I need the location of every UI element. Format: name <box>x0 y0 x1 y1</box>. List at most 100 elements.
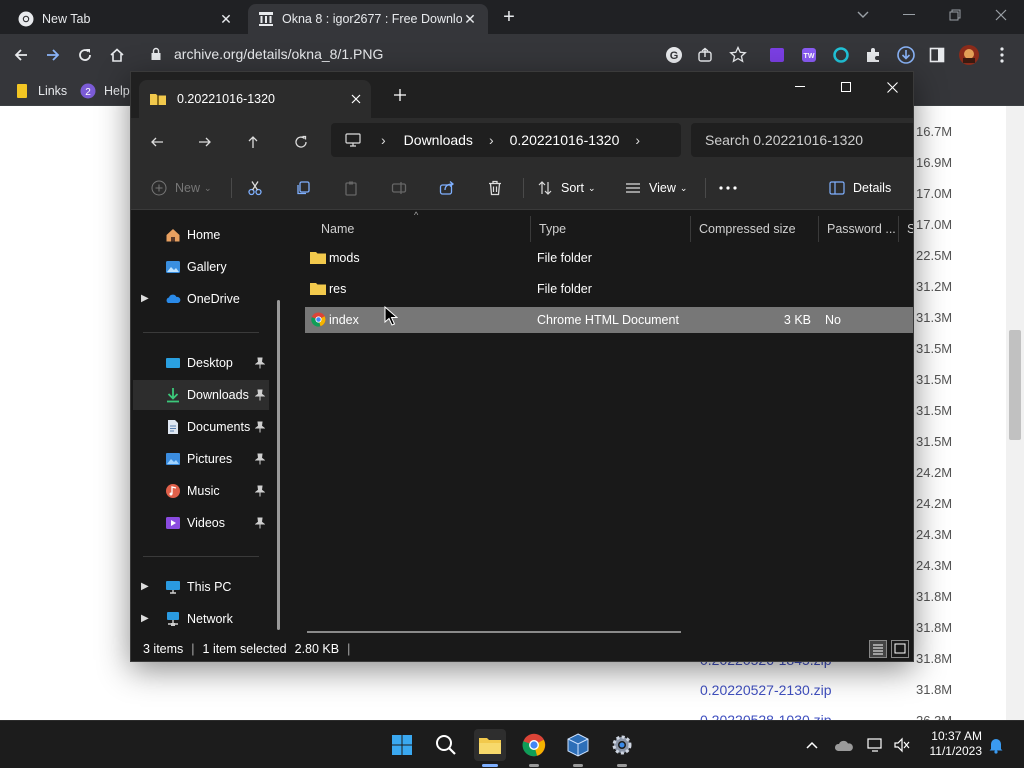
back-arrow-icon[interactable] <box>143 128 171 156</box>
zip-link[interactable]: 0.20220527-2130.zip <box>700 682 832 698</box>
copy-icon[interactable] <box>295 174 311 202</box>
column-header-compressed-size[interactable]: Compressed size <box>691 216 819 242</box>
file-explorer-window: 0.20221016-1320 › Downloads › 0.20221016… <box>130 71 914 662</box>
nav-item-downloads[interactable]: Downloads <box>133 380 269 410</box>
close-window-button[interactable] <box>978 0 1024 30</box>
file-explorer-taskbar-icon[interactable] <box>474 729 506 761</box>
google-icon[interactable]: G <box>665 46 683 64</box>
pin-icon[interactable] <box>255 485 265 497</box>
forward-arrow-icon[interactable] <box>40 42 66 68</box>
bookmark-links[interactable]: Links <box>16 81 67 101</box>
tab-search-chevron-icon[interactable] <box>840 0 886 30</box>
start-windows-icon[interactable] <box>386 729 418 761</box>
extensions-puzzle-icon[interactable] <box>864 46 882 64</box>
sort-button[interactable]: Sort ⌄ <box>537 174 595 202</box>
back-arrow-icon[interactable] <box>8 42 34 68</box>
new-tab-button[interactable]: + <box>498 6 520 28</box>
nav-item-videos[interactable]: Videos <box>133 508 269 538</box>
search-icon[interactable] <box>430 729 462 761</box>
site-info-icon[interactable] <box>150 47 162 61</box>
share-icon[interactable] <box>697 47 713 63</box>
explorer-close-button[interactable] <box>869 72 913 102</box>
side-panel-icon[interactable] <box>929 47 945 63</box>
delete-icon[interactable] <box>487 174 503 202</box>
profile-avatar[interactable] <box>958 44 980 66</box>
minimize-button[interactable] <box>886 0 932 30</box>
pin-icon[interactable] <box>255 517 265 529</box>
pin-icon[interactable] <box>255 357 265 369</box>
up-arrow-icon[interactable] <box>239 128 267 156</box>
file-row[interactable]: mods File folder <box>305 245 913 271</box>
pin-icon[interactable] <box>255 389 265 401</box>
show-hidden-icons-chevron[interactable] <box>802 735 822 755</box>
search-input[interactable]: Search 0.20221016-1320 <box>691 123 913 157</box>
nav-item-network[interactable]: Network <box>133 604 269 634</box>
system-clock[interactable]: 10:37 AM 11/1/2023 <box>916 729 983 759</box>
forward-arrow-icon[interactable] <box>191 128 219 156</box>
nav-scrollbar[interactable] <box>277 300 280 630</box>
large-icons-view-icon[interactable] <box>891 640 909 658</box>
page-scrollbar-thumb[interactable] <box>1009 330 1021 440</box>
horizontal-scrollbar[interactable] <box>307 631 681 633</box>
paste-icon[interactable] <box>343 174 359 202</box>
column-header-password[interactable]: Password ... <box>819 216 899 242</box>
nav-item-home[interactable]: Home <box>133 220 269 250</box>
share-icon[interactable] <box>439 174 455 202</box>
column-header-type[interactable]: Type <box>531 216 691 242</box>
breadcrumb-chevron-icon[interactable]: › <box>635 132 640 148</box>
new-tab-plus-icon[interactable] <box>393 88 407 102</box>
close-tab-icon[interactable]: ✕ <box>462 11 478 27</box>
file-password: No <box>825 313 841 327</box>
bookmark-star-icon[interactable] <box>729 46 747 64</box>
nav-item-gallery[interactable]: Gallery <box>133 252 269 282</box>
network-icon[interactable] <box>866 735 886 755</box>
close-tab-icon[interactable] <box>351 94 361 104</box>
chrome-taskbar-icon[interactable] <box>518 729 550 761</box>
volume-muted-icon[interactable] <box>892 735 912 755</box>
more-options-icon[interactable] <box>719 174 737 202</box>
breadcrumb-item-downloads[interactable]: Downloads <box>404 132 473 148</box>
browser-tab-archive[interactable]: Okna 8 : igor2677 : Free Downlo ✕ <box>248 4 488 34</box>
cut-icon[interactable] <box>247 174 263 202</box>
column-header-size[interactable]: Si <box>899 216 913 242</box>
breadcrumb-item-folder[interactable]: 0.20221016-1320 <box>510 132 620 148</box>
new-button[interactable]: New ⌄ <box>151 174 212 202</box>
details-view-icon[interactable] <box>869 640 887 658</box>
pin-icon[interactable] <box>255 421 265 433</box>
file-row[interactable]: res File folder <box>305 276 913 302</box>
nav-item-onedrive[interactable]: OneDrive <box>133 284 269 314</box>
notification-bell-icon[interactable] <box>986 735 1006 755</box>
details-pane-button[interactable]: Details <box>829 174 891 202</box>
extension-circle-icon[interactable] <box>832 46 850 64</box>
explorer-tab[interactable]: 0.20221016-1320 <box>139 80 371 118</box>
pin-icon[interactable] <box>255 453 265 465</box>
restore-button[interactable] <box>932 0 978 30</box>
explorer-minimize-button[interactable] <box>777 72 823 102</box>
explorer-maximize-button[interactable] <box>823 72 869 102</box>
close-tab-icon[interactable]: ✕ <box>218 11 234 27</box>
home-icon[interactable] <box>104 42 130 68</box>
reload-icon[interactable] <box>72 42 98 68</box>
onedrive-cloud-icon[interactable] <box>834 735 854 755</box>
virtualbox-cube-icon[interactable] <box>562 729 594 761</box>
nav-item-desktop[interactable]: Desktop <box>133 348 269 378</box>
url-text[interactable]: archive.org/details/okna_8/1.PNG <box>174 46 383 62</box>
extension-tw-icon[interactable]: TW <box>800 46 818 64</box>
view-button[interactable]: View ⌄ <box>625 174 687 202</box>
downloads-icon[interactable] <box>896 45 916 65</box>
nav-item-this-pc[interactable]: This PC <box>133 572 269 602</box>
column-header-name[interactable]: Name <box>313 216 531 242</box>
extension-purple-icon[interactable] <box>768 46 786 64</box>
menu-kebab-icon[interactable] <box>994 46 1010 64</box>
nav-item-pictures[interactable]: Pictures <box>133 444 269 474</box>
rename-icon[interactable] <box>391 174 407 202</box>
breadcrumb[interactable]: › Downloads › 0.20221016-1320 › <box>331 123 681 157</box>
browser-tab-new-tab[interactable]: New Tab ✕ <box>8 4 244 34</box>
zip-link[interactable]: 0.20220528-1030.zip <box>700 712 832 720</box>
file-size: 24.2M <box>916 496 953 511</box>
nav-item-documents[interactable]: Documents <box>133 412 269 442</box>
nav-item-music[interactable]: Music <box>133 476 269 506</box>
bookmark-help[interactable]: 2 Help <box>80 81 130 101</box>
refresh-icon[interactable] <box>287 128 315 156</box>
settings-gear-icon[interactable] <box>606 729 638 761</box>
